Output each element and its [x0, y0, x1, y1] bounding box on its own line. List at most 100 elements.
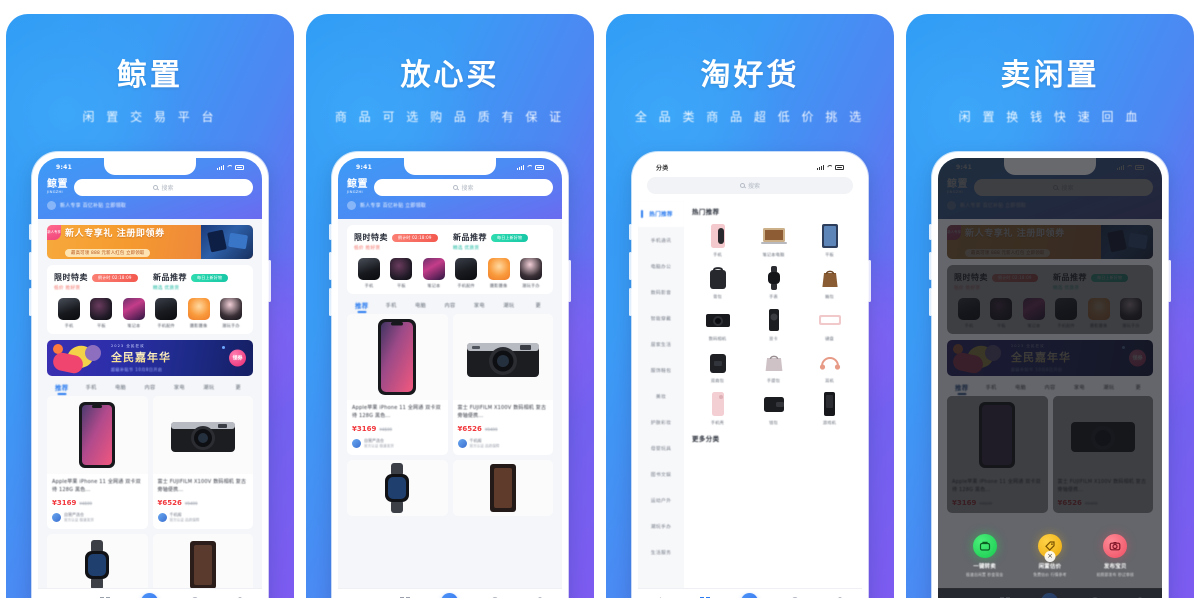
sidebar-item-phone[interactable]: 手机通讯: [638, 227, 684, 253]
category-item[interactable]: 钱包: [748, 391, 799, 426]
sidebar-item-hot[interactable]: 热门推荐: [638, 201, 684, 227]
sidebar-item-services[interactable]: 生活服务: [638, 539, 684, 565]
quick-category-item[interactable]: 手机配件: [451, 258, 481, 289]
quick-category-item[interactable]: 手机配件: [151, 298, 181, 329]
section-flash-sale[interactable]: 限时特卖 倒计时 02:18:09 低价 抢好货: [354, 232, 447, 251]
quick-category-item[interactable]: 潮玩手办: [516, 258, 546, 289]
sidebar-item-message[interactable]: 消息: [178, 595, 212, 598]
category-item[interactable]: 箱包: [804, 265, 855, 300]
category-item[interactable]: 键盘: [804, 307, 855, 342]
sidebar-item-fashion[interactable]: 服饰鞋包: [638, 357, 684, 383]
sidebar-item-computer[interactable]: 电脑办公: [638, 253, 684, 279]
quick-category-label: 笔记本: [127, 323, 141, 328]
promo-banner[interactable]: 新人专享 新人专享礼 注册即领券 最高可领 888 元新人红包 立即领取: [47, 225, 253, 259]
seller-row[interactable]: 自营严选仓 官方认证 极速发货: [52, 512, 143, 523]
quick-category-item[interactable]: 摄影摄像: [484, 258, 514, 289]
sidebar-item-home[interactable]: 首页: [43, 595, 77, 598]
category-sidebar[interactable]: 热门推荐 手机通讯 电脑办公 数码影音 智能穿戴 居家生活 服饰鞋包 美妆 护肤…: [638, 201, 684, 598]
quick-category-item[interactable]: 笔记本: [419, 258, 449, 289]
tab-phone[interactable]: 手机: [76, 384, 105, 391]
tab-toys[interactable]: 潮玩: [494, 302, 523, 309]
quick-category-item[interactable]: 手机: [54, 298, 84, 329]
tab-toys[interactable]: 潮玩: [194, 384, 223, 391]
sidebar-item-message[interactable]: 消息: [778, 595, 812, 598]
seller-row[interactable]: 千机阁 官方认证 品质保障: [457, 438, 549, 449]
category-item[interactable]: 数码相机: [692, 307, 743, 342]
tab-more[interactable]: 更: [224, 384, 253, 391]
product-card[interactable]: [347, 459, 448, 516]
section-new-arrivals[interactable]: 新品推荐 每日上新好物 精选 优质货: [453, 232, 546, 251]
sidebar-item-books[interactable]: 图书文娱: [638, 461, 684, 487]
campaign-banner[interactable]: 2023 全民狂欢 全民嘉年华 超级补贴节 10月8日开启 领券: [47, 340, 253, 376]
sidebar-item-profile[interactable]: 我的: [223, 595, 257, 598]
seller-row[interactable]: 千机阁 官方认证 品质保障: [157, 512, 249, 523]
tab-computer[interactable]: 电脑: [406, 302, 435, 309]
notice-bar[interactable]: 新人专享 百亿补贴 立即领取: [47, 201, 253, 210]
category-item[interactable]: 显卡: [748, 307, 799, 342]
sidebar-item-profile[interactable]: 我的: [823, 595, 857, 598]
sidebar-item-category[interactable]: 分类: [88, 595, 122, 598]
tab-appliance[interactable]: 家电: [165, 384, 194, 391]
action-resell[interactable]: 一键转卖 极速出闲置 秒变现金: [957, 534, 1013, 578]
search-input[interactable]: 搜索: [74, 179, 253, 196]
publish-button[interactable]: 发布: [133, 593, 167, 598]
product-title: Apple苹果 iPhone 11 全网通 双卡双待 128G 黑色…: [352, 405, 441, 419]
quick-category-item[interactable]: 平板: [386, 258, 416, 289]
product-card[interactable]: Apple苹果 iPhone 11 全网通 双卡双待 128G 黑色… ¥316…: [47, 396, 148, 529]
quick-category-item[interactable]: 平板: [86, 298, 116, 329]
category-item[interactable]: 手机壳: [692, 391, 743, 426]
close-icon[interactable]: ×: [1044, 551, 1056, 562]
tab-phone[interactable]: 手机: [376, 302, 405, 309]
search-input[interactable]: 搜索: [647, 177, 853, 194]
tab-computer[interactable]: 电脑: [106, 384, 135, 391]
category-item[interactable]: 手机: [692, 223, 743, 258]
sidebar-item-wearable[interactable]: 智能穿戴: [638, 305, 684, 331]
quick-category-item[interactable]: 摄影摄像: [184, 298, 214, 329]
sidebar-item-baby[interactable]: 母婴玩具: [638, 435, 684, 461]
publish-button[interactable]: 发布: [433, 593, 467, 598]
tab-appliance[interactable]: 家电: [465, 302, 494, 309]
category-item[interactable]: 耳机: [804, 349, 855, 384]
sidebar-item-category[interactable]: 分类: [688, 595, 722, 598]
modal-overlay[interactable]: [938, 158, 1162, 598]
category-item[interactable]: 背包: [692, 265, 743, 300]
tab-content[interactable]: 内容: [435, 302, 464, 309]
seller-row[interactable]: 自营严选仓 官方认证 极速发货: [352, 438, 443, 449]
product-card[interactable]: 富士 FUJIFILM X100V 数码相机 复古旁轴便携… ¥6526 ¥94…: [452, 314, 553, 455]
tab-content[interactable]: 内容: [135, 384, 164, 391]
category-item[interactable]: 手表: [748, 265, 799, 300]
sidebar-item-message[interactable]: 消息: [478, 595, 512, 598]
banner-cta-button[interactable]: 领券: [229, 349, 246, 367]
product-card[interactable]: Apple苹果 iPhone 11 全网通 双卡双待 128G 黑色… ¥316…: [347, 314, 448, 455]
section-new-arrivals[interactable]: 新品推荐 每日上新好物 精选 优质货: [153, 272, 246, 291]
product-card[interactable]: 富士 FUJIFILM X100V 数码相机 复古旁轴便携… ¥6526 ¥94…: [152, 396, 253, 529]
sidebar-item-toys[interactable]: 潮玩手办: [638, 513, 684, 539]
category-item[interactable]: 双肩包: [692, 349, 743, 384]
quick-category-item[interactable]: 笔记本: [119, 298, 149, 329]
search-input[interactable]: 搜索: [374, 179, 553, 196]
sidebar-item-home[interactable]: 首页: [643, 595, 677, 598]
product-card[interactable]: [452, 459, 553, 516]
notice-bar[interactable]: 新人专享 百亿补贴 立即领取: [347, 201, 553, 210]
tab-more[interactable]: 更: [524, 302, 553, 309]
tab-recommend[interactable]: 推荐: [47, 383, 76, 392]
sidebar-item-category[interactable]: 分类: [388, 595, 422, 598]
tab-recommend[interactable]: 推荐: [347, 301, 376, 310]
category-item[interactable]: 手提包: [748, 349, 799, 384]
category-item[interactable]: 游戏机: [804, 391, 855, 426]
sidebar-item-digital[interactable]: 数码影音: [638, 279, 684, 305]
publish-button[interactable]: 发布: [733, 593, 767, 598]
category-item[interactable]: 笔记本电脑: [748, 223, 799, 258]
sidebar-item-skincare[interactable]: 护肤彩妆: [638, 409, 684, 435]
sidebar-item-home-living[interactable]: 居家生活: [638, 331, 684, 357]
quick-category-item[interactable]: 潮玩手办: [216, 298, 246, 329]
sidebar-item-home[interactable]: 首页: [343, 595, 377, 598]
category-item[interactable]: 平板: [804, 223, 855, 258]
section-flash-sale[interactable]: 限时特卖 倒计时 02:18:09 低价 抢好货: [54, 272, 147, 291]
action-publish[interactable]: 发布宝贝 拍照即发布 秒过审核: [1087, 534, 1143, 578]
sidebar-item-beauty[interactable]: 美妆: [638, 383, 684, 409]
sidebar-item-sports[interactable]: 运动户外: [638, 487, 684, 513]
sidebar-item-profile[interactable]: 我的: [523, 595, 557, 598]
quick-category-item[interactable]: 手机: [354, 258, 384, 289]
case-art: [703, 391, 733, 417]
